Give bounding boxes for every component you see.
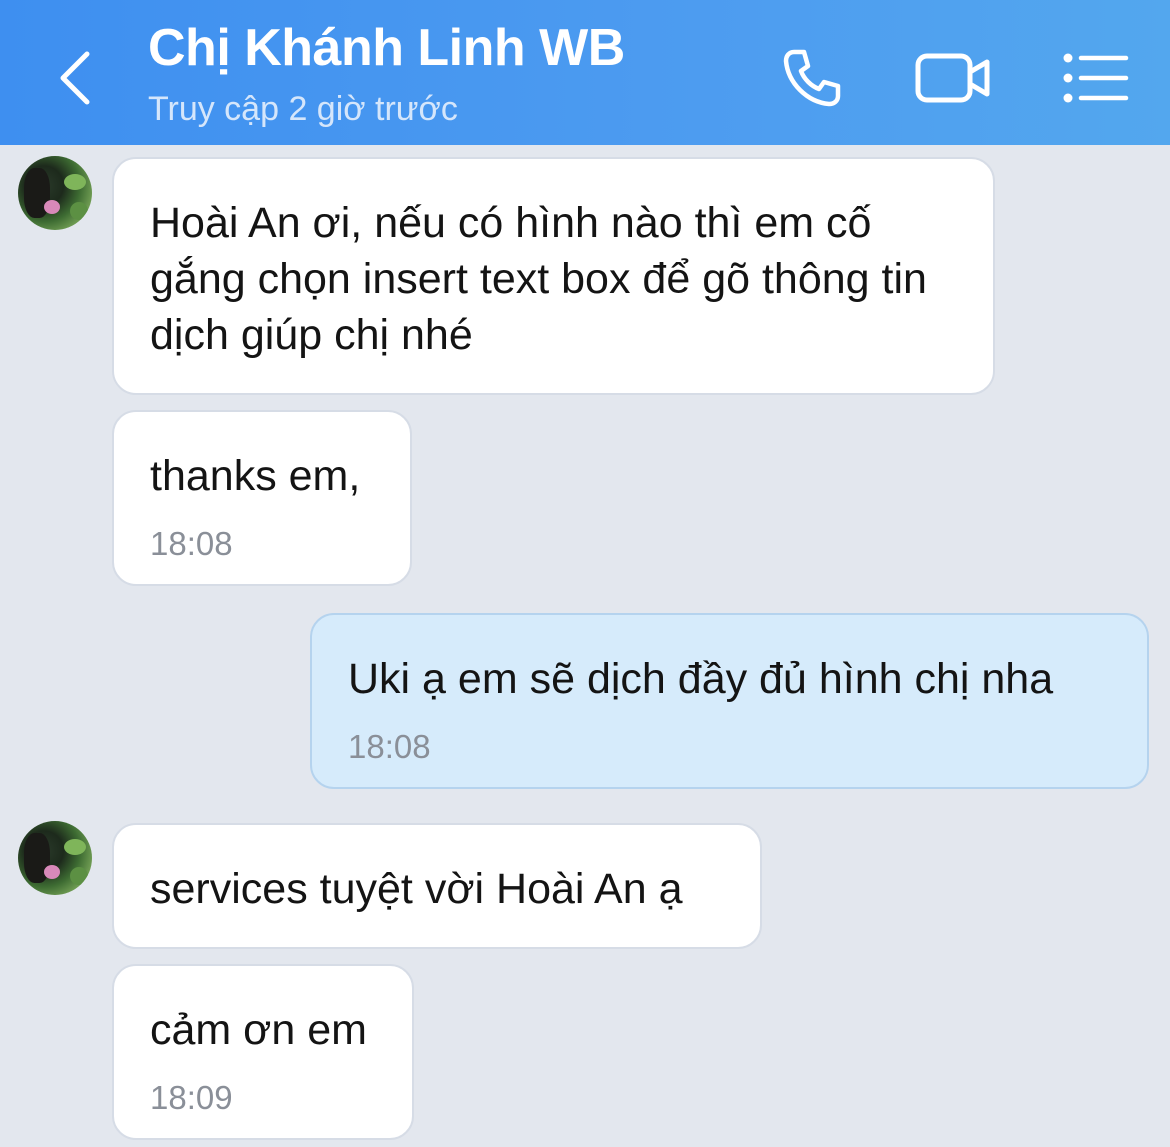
contact-name[interactable]: Chị Khánh Linh WB — [148, 18, 625, 78]
message-time: 18:08 — [348, 728, 431, 765]
message-text: services tuyệt vời Hoài An ạ — [150, 865, 683, 913]
phone-icon — [783, 49, 841, 107]
chevron-left-icon — [60, 51, 90, 104]
message-bubble[interactable]: thanks em, 18:08 — [112, 410, 412, 586]
avatar[interactable] — [18, 156, 92, 230]
message-text: Uki ạ em sẽ dịch đầy đủ hình chị nha — [348, 655, 1054, 703]
message-time: 18:09 — [150, 1079, 233, 1116]
message-time: 18:08 — [150, 525, 233, 562]
message-bubble[interactable]: services tuyệt vời Hoài An ạ — [112, 823, 762, 949]
call-button[interactable] — [772, 40, 852, 116]
avatar[interactable] — [18, 821, 92, 895]
back-button[interactable] — [40, 40, 110, 115]
message-text: thanks em, — [150, 452, 361, 500]
message-bubble[interactable]: Hoài An ơi, nếu có hình nào thì em cố gắ… — [112, 157, 995, 395]
message-text: Hoài An ơi, nếu có hình nào thì em cố gắ… — [150, 199, 939, 359]
last-seen-status: Truy cập 2 giờ trước — [148, 90, 458, 128]
video-camera-icon — [915, 53, 990, 103]
menu-button[interactable] — [1056, 40, 1136, 116]
list-menu-icon — [1063, 53, 1129, 103]
message-bubble[interactable]: Uki ạ em sẽ dịch đầy đủ hình chị nha 18:… — [310, 613, 1149, 789]
message-bubble[interactable]: cảm ơn em 18:09 — [112, 964, 414, 1140]
video-call-button[interactable] — [908, 40, 998, 116]
chat-header: Chị Khánh Linh WB Truy cập 2 giờ trước — [0, 0, 1170, 145]
message-text: cảm ơn em — [150, 1006, 367, 1054]
